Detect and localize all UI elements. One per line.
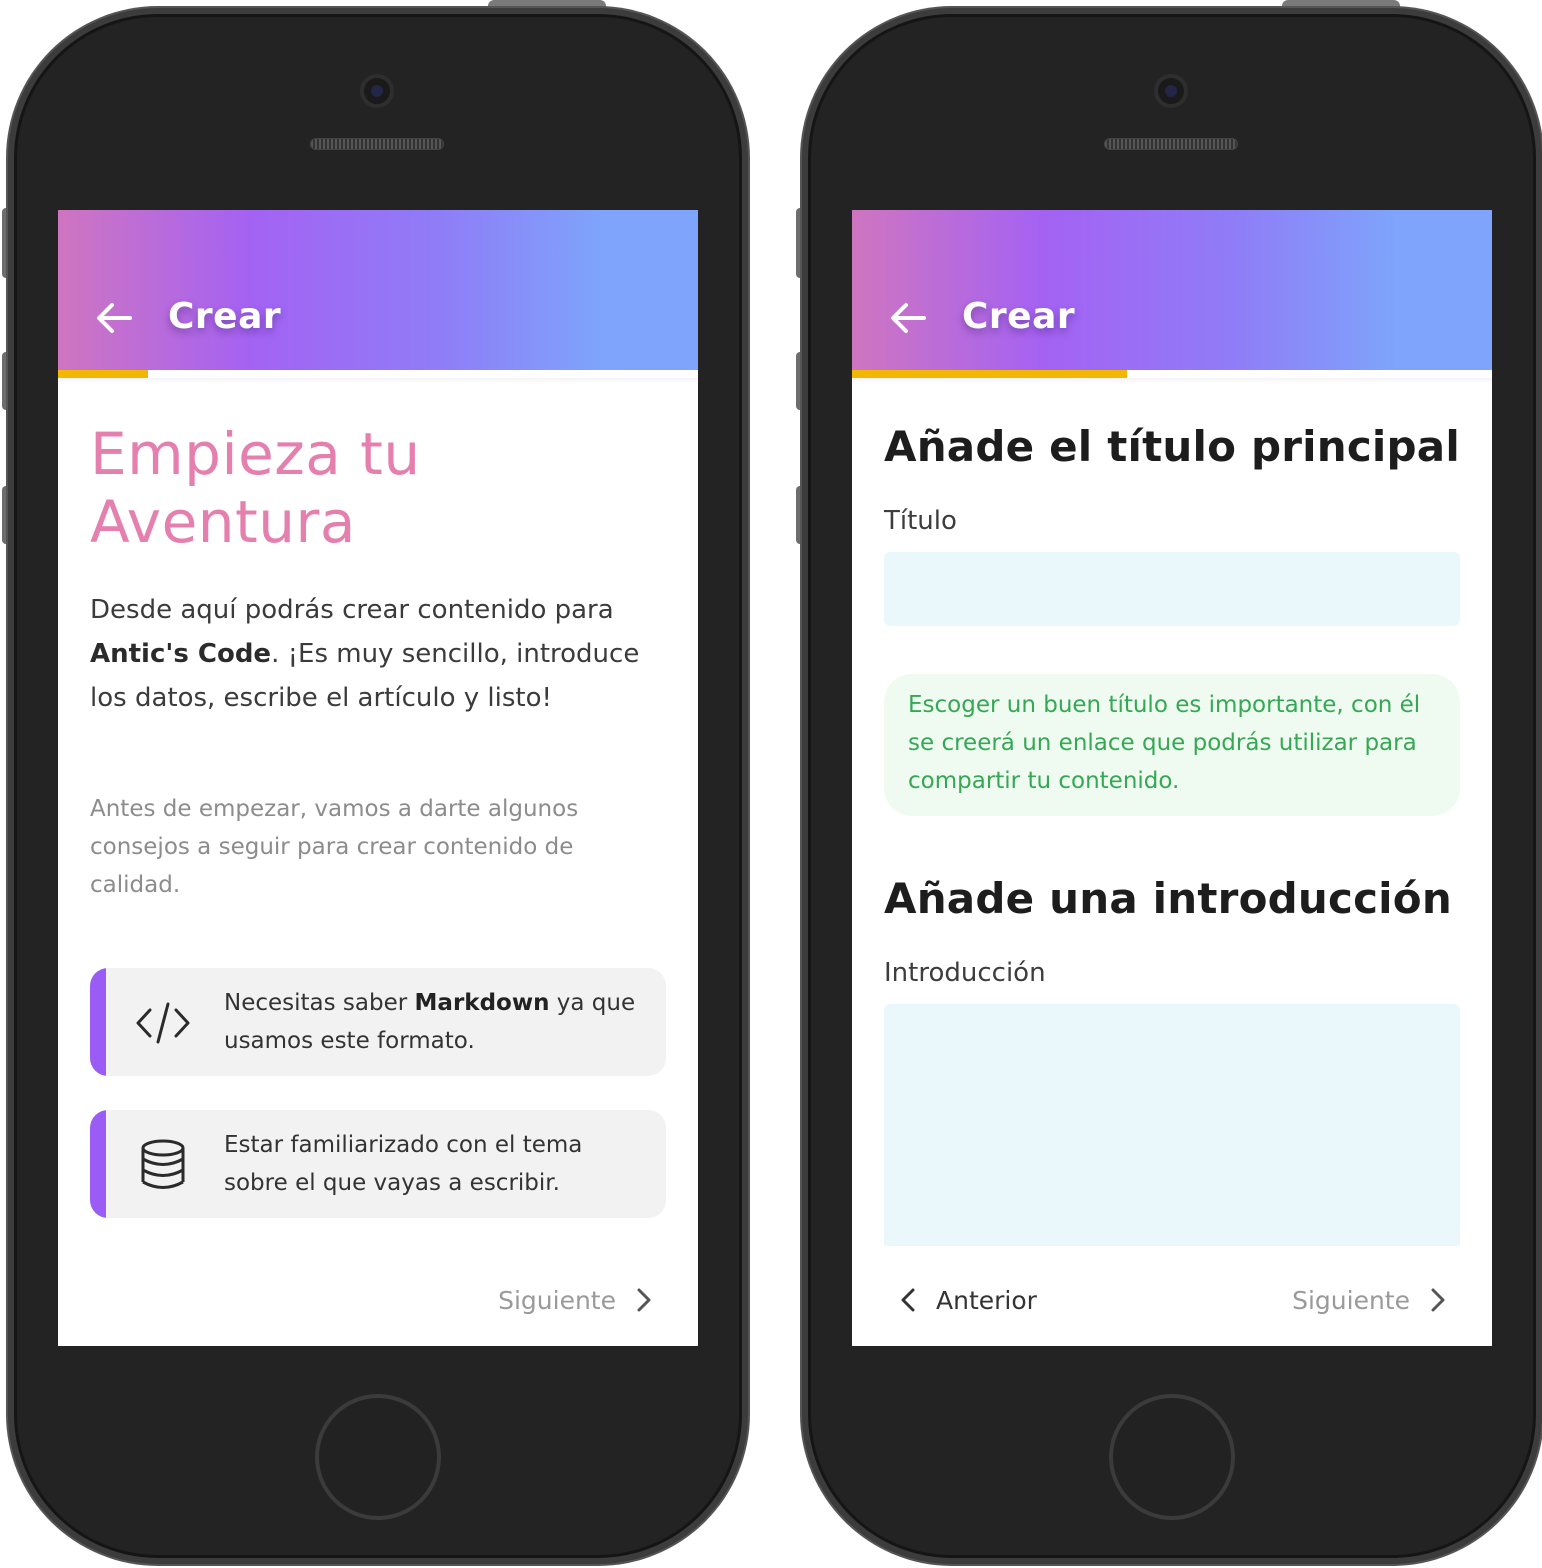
progress-bar <box>58 370 698 378</box>
tip-card-topic: Estar familiarizado con el tema sobre el… <box>90 1110 666 1218</box>
phone-frame-right: Crear Añade el título principal Título E… <box>796 0 1542 1564</box>
title-input[interactable] <box>884 552 1460 626</box>
advice-subtext: Antes de empezar, vamos a darte algunos … <box>90 796 579 898</box>
hero-title: Empieza tu Aventura <box>90 420 421 556</box>
chevron-left-icon <box>901 1288 915 1312</box>
progress-bar <box>852 370 1492 378</box>
tip-accent-bar <box>90 1110 106 1218</box>
next-button[interactable]: Siguiente <box>1292 1280 1446 1320</box>
header-title: Crear <box>962 296 1076 337</box>
earpiece-speaker <box>310 138 444 150</box>
home-button[interactable] <box>315 1394 441 1520</box>
app-header: Crear <box>852 210 1492 370</box>
intro-section-heading: Añade una introducción <box>884 874 1452 923</box>
screen-title-form: Crear Añade el título principal Título E… <box>852 210 1492 1346</box>
chevron-right-icon <box>1431 1288 1445 1312</box>
next-label: Siguiente <box>498 1285 616 1315</box>
tip-card-markdown: Necesitas saber Markdown ya que usamos e… <box>90 968 666 1076</box>
brand-name: Antic's Code <box>90 639 272 669</box>
progress-fill <box>58 370 148 378</box>
intro-textarea[interactable] <box>884 1004 1460 1246</box>
tip-text-topic: Estar familiarizado con el tema sobre el… <box>224 1132 583 1196</box>
title-section-heading: Añade el título principal <box>884 422 1460 471</box>
intro-paragraph: Desde aquí podrás crear contenido para A… <box>90 588 670 720</box>
tip-text-bold: Markdown <box>414 990 550 1016</box>
home-button[interactable] <box>1109 1394 1235 1520</box>
app-header: Crear <box>58 210 698 370</box>
chevron-right-icon <box>637 1288 651 1312</box>
intro-field-label: Introducción <box>884 958 1046 988</box>
title-hint-text: Escoger un buen título es importante, co… <box>908 692 1421 794</box>
title-field-label: Título <box>884 506 957 536</box>
front-camera <box>360 74 394 108</box>
screen-intro: Crear Empieza tu Aventura Desde aquí pod… <box>58 210 698 1346</box>
intro-text-start: Desde aquí podrás crear contenido para <box>90 595 614 625</box>
tip-text-markdown: Necesitas saber Markdown ya que usamos e… <box>224 984 644 1060</box>
front-camera <box>1154 74 1188 108</box>
earpiece-speaker <box>1104 138 1238 150</box>
tip-accent-bar <box>90 968 106 1076</box>
next-button[interactable]: Siguiente <box>498 1280 652 1320</box>
previous-label: Anterior <box>936 1285 1037 1315</box>
arrow-left-icon[interactable] <box>94 300 134 336</box>
database-icon <box>141 1139 185 1189</box>
phone-frame-left: Crear Empieza tu Aventura Desde aquí pod… <box>2 0 748 1564</box>
title-hint-box: Escoger un buen título es importante, co… <box>884 674 1460 816</box>
previous-button[interactable]: Anterior <box>900 1280 1037 1320</box>
tip-text-part: Necesitas saber <box>224 990 415 1016</box>
code-icon <box>136 1002 190 1044</box>
arrow-left-icon[interactable] <box>888 300 928 336</box>
next-label: Siguiente <box>1292 1285 1410 1315</box>
header-title: Crear <box>168 296 282 337</box>
progress-fill <box>852 370 1128 378</box>
